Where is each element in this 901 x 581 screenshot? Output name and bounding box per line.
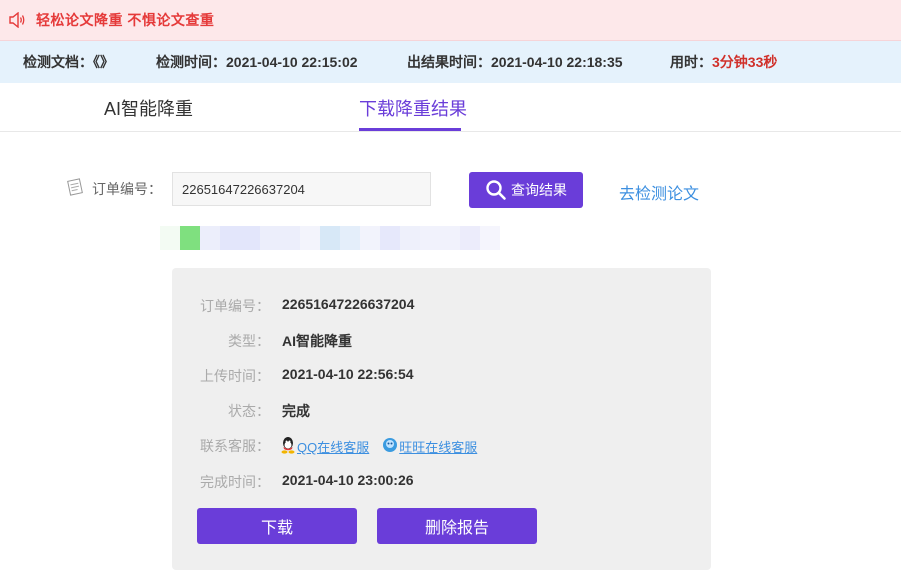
upload-time-label: 上传时间： xyxy=(200,368,270,384)
status-value: 完成 xyxy=(282,403,310,419)
query-button-label: 查询结果 xyxy=(511,182,567,198)
blurred-content xyxy=(160,226,520,250)
document-icon xyxy=(66,178,84,199)
detail-row-status: 状态： 完成 xyxy=(172,401,711,421)
delete-report-button[interactable]: 删除报告 xyxy=(377,508,537,544)
order-number-label: 订单编号： xyxy=(66,178,162,199)
detail-row-order: 订单编号： 22651647226637204 xyxy=(172,296,711,316)
duration-value: 3分钟33秒 xyxy=(712,54,778,70)
doc-name: 检测文档：《》 xyxy=(23,54,114,70)
detail-row-upload: 上传时间： 2021-04-10 22:56:54 xyxy=(172,366,711,386)
detail-row-contact: 联系客服： QQ在线客服 旺旺在线客服 xyxy=(172,436,711,456)
result-time-value: 2021-04-10 22:18:35 xyxy=(491,54,623,70)
order-value: 22651647226637204 xyxy=(282,296,415,312)
tab-download-results[interactable]: 下载降重结果 xyxy=(359,95,467,121)
order-label: 订单编号： xyxy=(200,298,270,314)
download-button[interactable]: 下载 xyxy=(197,508,357,544)
tab-bar: AI智能降重 下载降重结果 xyxy=(0,83,901,132)
search-icon xyxy=(486,180,506,200)
promo-banner: 轻松论文降重 不惧论文查重 xyxy=(0,0,901,41)
type-label: 类型： xyxy=(228,333,270,349)
detect-time: 检测时间：2021-04-10 22:15:02 xyxy=(156,52,358,72)
order-number-label-text: 订单编号： xyxy=(92,180,162,197)
order-details-panel: 订单编号： 22651647226637204 类型： AI智能降重 上传时间：… xyxy=(172,268,711,570)
speaker-icon xyxy=(8,10,28,30)
order-number-input[interactable] xyxy=(172,172,431,206)
duration: 用时：3分钟33秒 xyxy=(670,52,777,72)
status-label: 状态： xyxy=(228,403,270,419)
detect-paper-link[interactable]: 去检测论文 xyxy=(619,180,699,204)
detect-time-value: 2021-04-10 22:15:02 xyxy=(226,54,358,70)
detection-info-bar: 检测文档：《》 检测时间：2021-04-10 22:15:02 出结果时间：2… xyxy=(0,41,901,83)
detail-row-finish: 完成时间： 2021-04-10 23:00:26 xyxy=(172,472,711,492)
type-value: AI智能降重 xyxy=(282,333,352,349)
contact-label: 联系客服： xyxy=(200,438,270,454)
upload-time-value: 2021-04-10 22:56:54 xyxy=(282,366,414,382)
finish-time-value: 2021-04-10 23:00:26 xyxy=(282,472,414,488)
qq-service-link[interactable]: QQ在线客服 xyxy=(297,437,369,456)
query-result-button[interactable]: 查询结果 xyxy=(469,172,583,208)
detail-row-type: 类型： AI智能降重 xyxy=(172,331,711,351)
detect-time-label: 检测时间： xyxy=(156,54,226,70)
result-time: 出结果时间：2021-04-10 22:18:35 xyxy=(407,52,623,72)
contact-links: QQ在线客服 旺旺在线客服 xyxy=(280,436,477,457)
tab-ai-rewrite[interactable]: AI智能降重 xyxy=(104,95,193,121)
wangwang-service-link[interactable]: 旺旺在线客服 xyxy=(399,437,477,456)
qq-icon xyxy=(280,436,296,457)
result-time-label: 出结果时间： xyxy=(407,54,491,70)
duration-label: 用时： xyxy=(670,54,712,70)
banner-text: 轻松论文降重 不惧论文查重 xyxy=(36,12,215,28)
active-tab-indicator xyxy=(359,128,461,131)
wangwang-icon xyxy=(382,437,398,456)
finish-time-label: 完成时间： xyxy=(200,474,270,490)
